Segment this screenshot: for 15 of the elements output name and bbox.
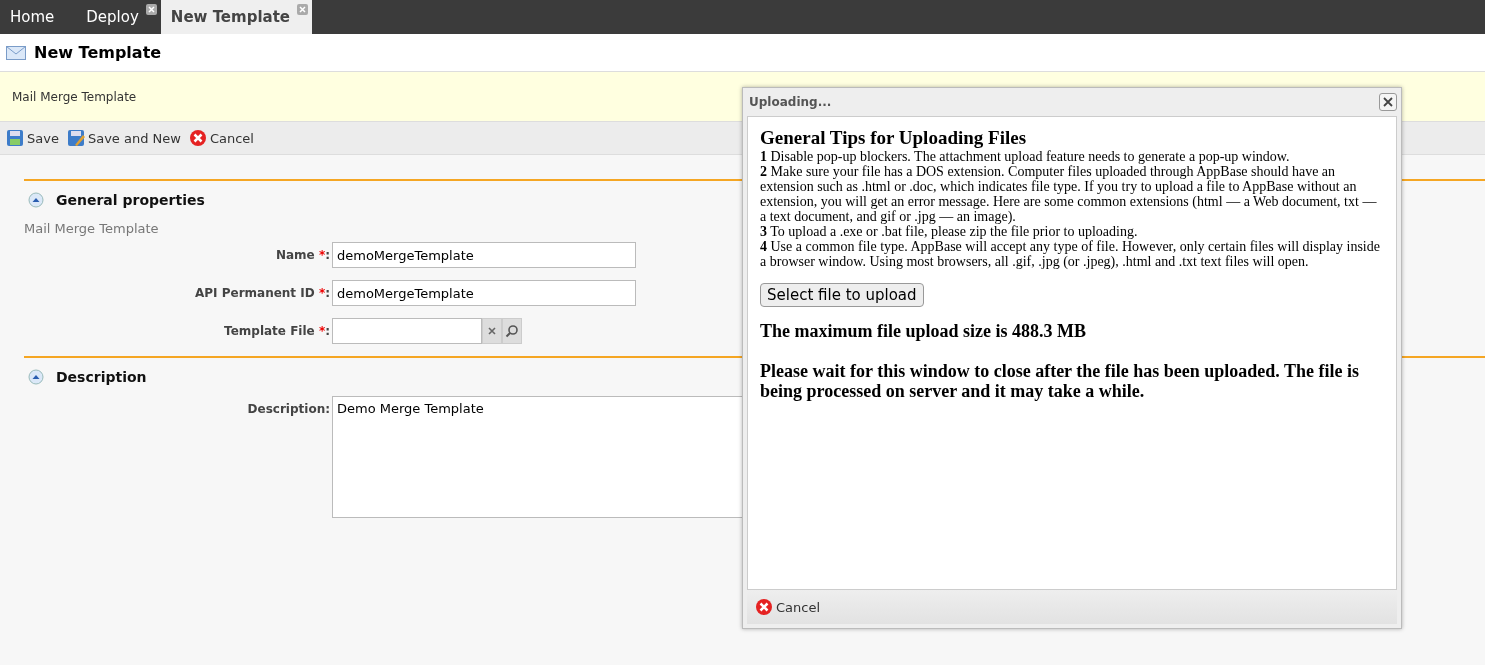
field-label: Description:: [246, 401, 331, 416]
dialog-title: Uploading...: [749, 95, 832, 109]
section-subtitle: Mail Merge Template: [24, 221, 159, 236]
note-text: The maximum file upload size is 488.3 MB: [760, 321, 1087, 341]
tip-text: 2 Make sure your file has a DOS extension. Computer files uploaded through AppBase should have an extension such as .html or .doc, which indicates file type. If you try to upload a file to AppBase without an extension, you will get an error message. Here are some common extensions (html — a Web document, txt — a text document, and gif or .jpg — an image).: [760, 164, 1378, 224]
tip-text: 3 To upload a .exe or .bat file, please zip the file prior to uploading.: [760, 224, 1139, 239]
page-title: New Template: [34, 43, 162, 62]
dialog-heading: General Tips for Uploading Files: [760, 127, 1028, 149]
tip-text: 1 Disable pop-up blockers. The attachment upload feature needs to generate a pop-up window.: [760, 149, 1291, 164]
field-label: Name *:: [274, 247, 331, 262]
field-label: Template File *:: [223, 323, 331, 338]
section-title: General properties: [56, 192, 205, 208]
tip-text: 4 Use a common file type. AppBase will accept any type of file. However, only certain files will display inside a browser window. Using most browsers, all .gif, .jpg (or .jpeg), .html and .txt text files will open.: [760, 239, 1381, 269]
section-title: Description: [56, 369, 147, 385]
field-label: API Permanent ID *:: [193, 285, 331, 300]
